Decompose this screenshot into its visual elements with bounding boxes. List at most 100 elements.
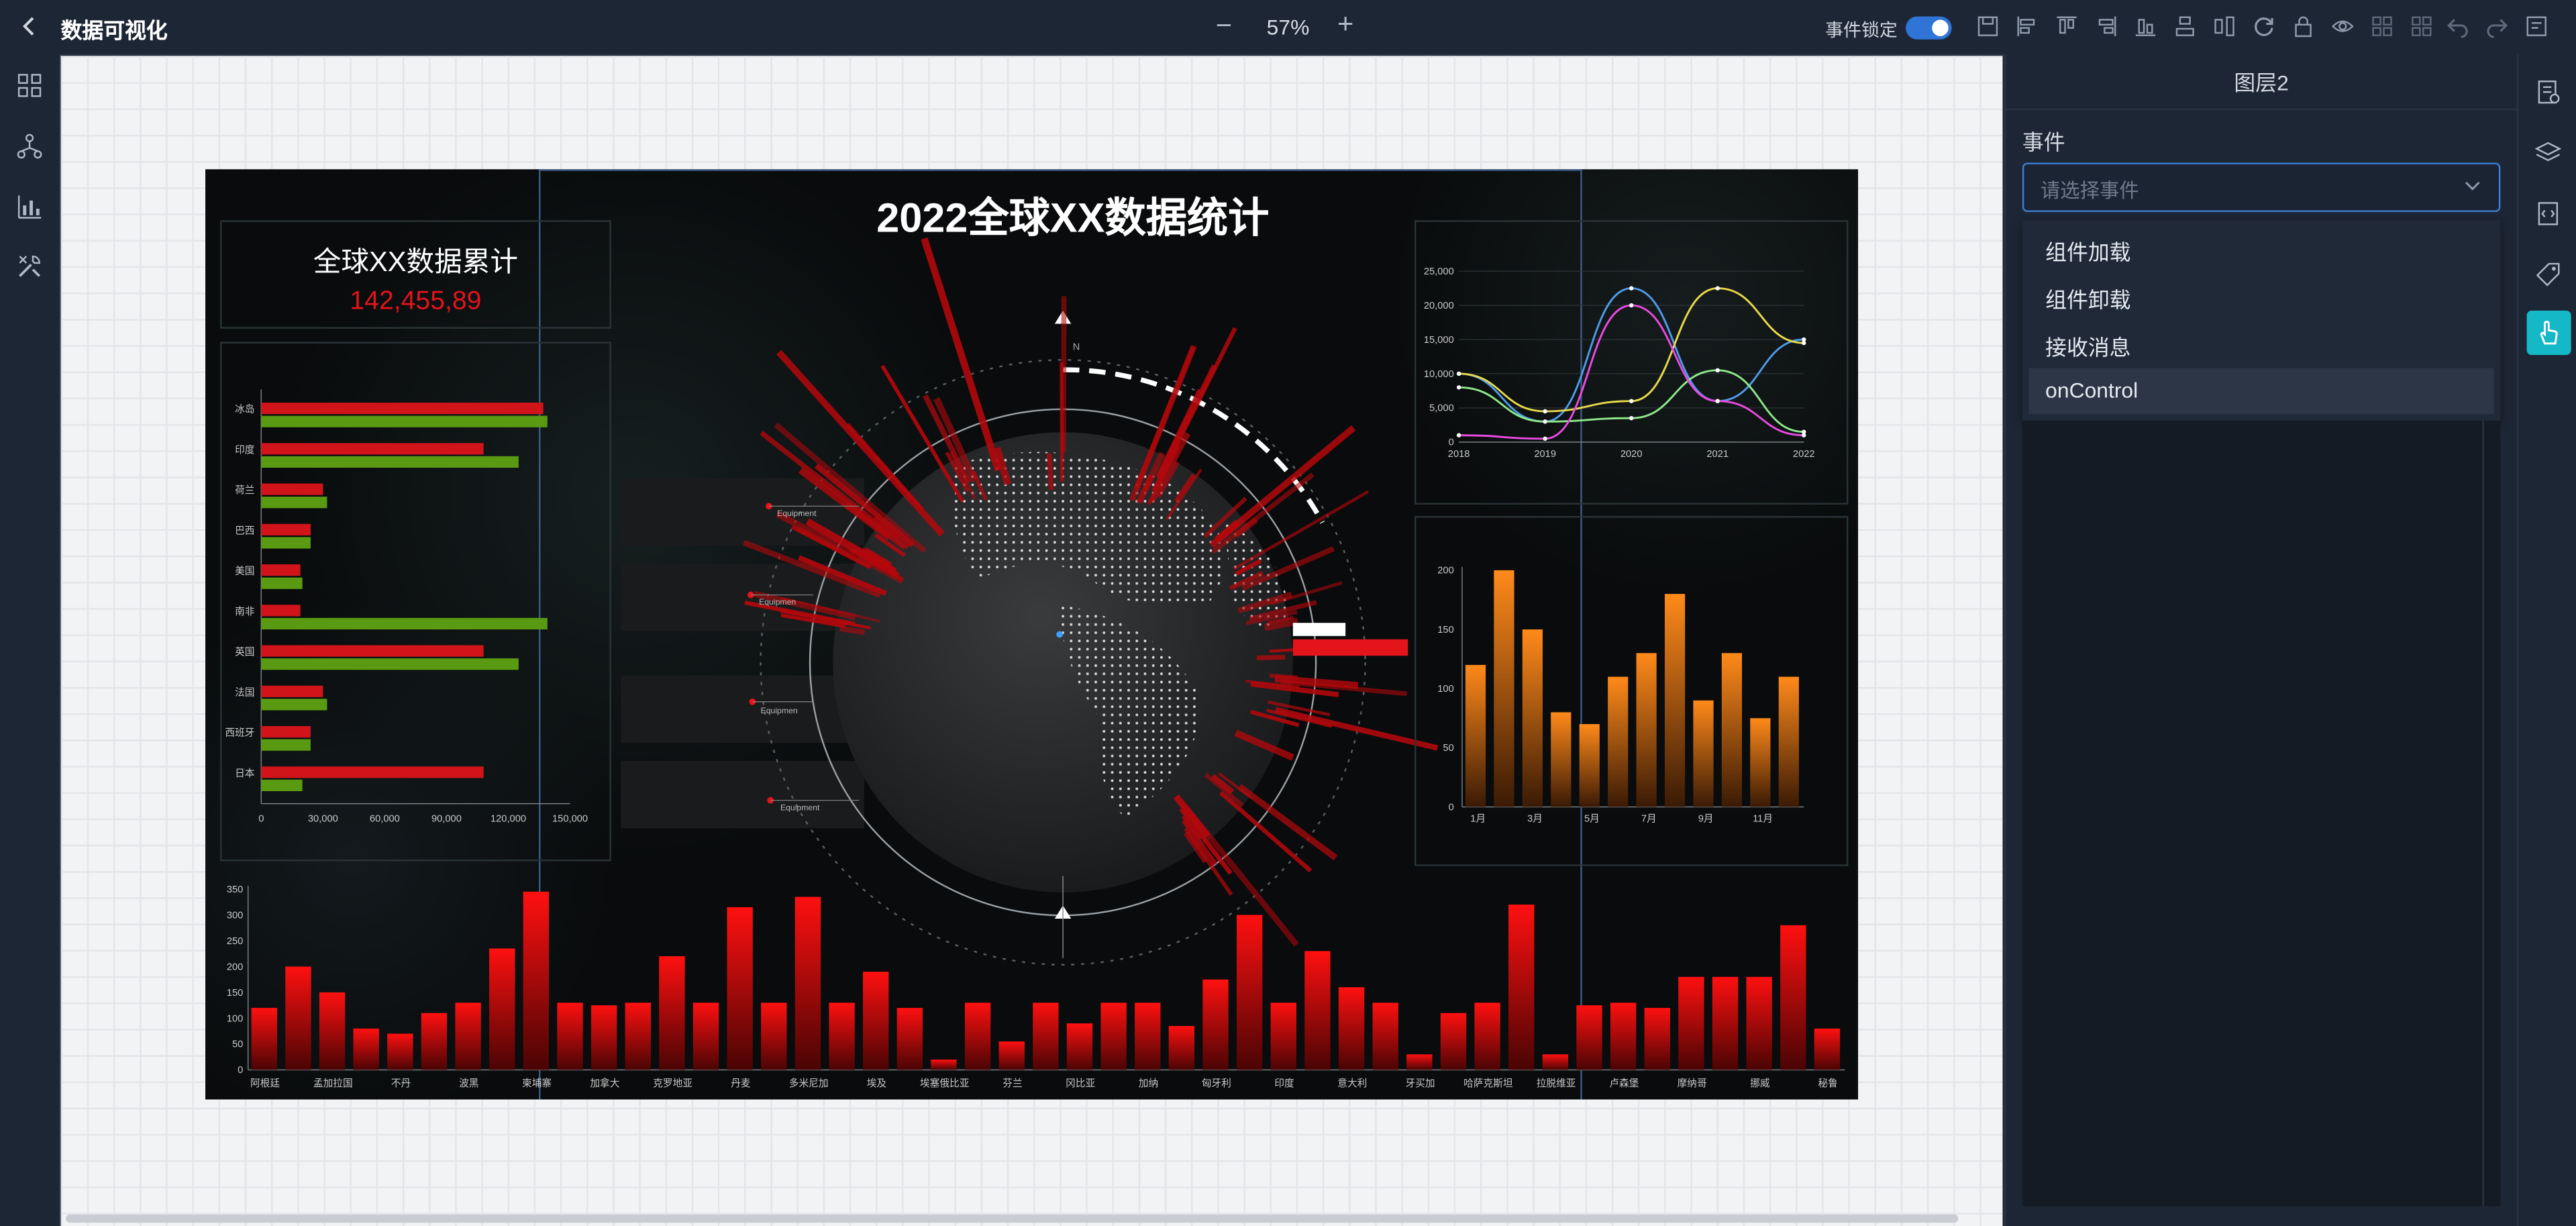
bar [761,1003,787,1070]
bar [727,907,753,1070]
event-list-scrollbar[interactable] [2482,420,2484,1207]
trend-line-panel[interactable]: 0 5,000 10,000 15,000 20,000 25,000 2018 2019 20… [1414,220,1849,505]
y-tick-label: 200 [227,962,244,972]
x-tick-label: 冈比亚 [1066,1078,1095,1089]
event-option-oncontrol[interactable]: onControl [2028,368,2494,415]
series-point [1715,286,1720,291]
undo-icon[interactable] [2446,15,2469,38]
top-toolbar: 数据可视化 − 57% + 事件锁定 [0,0,2576,56]
code-icon[interactable] [2535,201,2561,227]
series-point [1715,368,1720,373]
ungroup-icon[interactable] [2410,15,2433,38]
x-tick-label: 2021 [1706,449,1729,460]
x-tick-label: 牙买加 [1406,1078,1435,1089]
svg-text:Equipmen: Equipmen [759,597,796,607]
preview-icon[interactable] [2525,15,2548,38]
bar [964,1003,991,1070]
bar [590,1005,617,1070]
series-point [1456,385,1461,390]
pointer-hand-icon [2540,321,2558,345]
tools-icon[interactable] [16,253,42,279]
bar [455,1003,481,1070]
bar [896,1007,923,1070]
right-sidebar [2516,54,2576,1226]
y-tick-label: 0 [238,1065,243,1076]
dashboard-screen[interactable]: 2022全球XX数据统计 全球XX数据累计 142,455,89 冰岛 印度 荷兰巴… [205,169,1859,1100]
back-icon[interactable] [16,13,42,40]
redo-icon[interactable] [2485,15,2508,38]
country-column-chart: 0 50 100 150 200 250 300 350 阿根廷 孟加拉国 不丹 波黑 柬埔寨 加拿大 克罗… [227,884,1845,1089]
bar [1636,653,1657,807]
bar [1135,1003,1161,1070]
x-tick-label: 拉脱维亚 [1537,1078,1576,1089]
series-point [1543,409,1547,414]
align-right-icon[interactable] [2095,15,2118,38]
data-source-icon[interactable] [16,133,42,159]
bar [1236,915,1263,1070]
bar [692,1003,719,1070]
series-point [1543,436,1547,441]
align-left-icon[interactable] [2016,15,2039,38]
refresh-icon[interactable] [2253,15,2275,38]
bar [1721,653,1743,807]
series-point [1543,419,1547,424]
horizontal-scrollbar[interactable] [65,1214,1959,1223]
group-icon[interactable] [2371,15,2393,38]
bar [421,1013,448,1070]
bar [1750,718,1771,807]
interaction-tab[interactable] [2526,310,2571,355]
event-option-unload[interactable]: 组件卸载 [2029,273,2494,319]
align-bottom-icon[interactable] [2134,15,2157,38]
north-label: N [1073,342,1080,353]
y-tick-label: 100 [1437,684,1454,695]
layer-properties-panel: 图层2 事件 请选择事件 组件加载 组件卸载 接收消息 onControl [2004,54,2517,1226]
event-label: 事件 [2022,130,2065,155]
svg-text:Equipment: Equipment [780,803,820,812]
series-point [1629,303,1634,308]
zoom-out-button[interactable]: − [1216,10,1232,43]
bar [1440,1013,1467,1070]
series-point [1715,399,1720,403]
spike [1046,453,1054,491]
bar [1780,925,1806,1070]
distribute-vertical-icon[interactable] [2173,15,2196,38]
event-lock-toggle[interactable] [1906,16,1952,40]
legend-red [1292,639,1408,656]
align-top-icon[interactable] [2055,15,2078,38]
monthly-bar-chart: 0 50 100 150 200 1月 3月 5月 7月 9月 11月 [1437,566,1804,825]
spike [1274,707,1439,751]
panel-divider [2006,108,2517,111]
event-option-load[interactable]: 组件加载 [2029,225,2494,272]
x-tick-label: 3月 [1527,814,1543,825]
bar [1814,1028,1841,1070]
series-point [1456,433,1461,438]
bar [1522,629,1543,807]
bar [319,992,346,1070]
bar [1712,976,1739,1070]
monthly-bar-panel[interactable]: 0 50 100 150 200 1月 3月 5月 7月 9月 11月 [1414,516,1849,866]
event-option-message[interactable]: 接收消息 [2029,321,2494,367]
zoom-in-button[interactable]: + [1337,8,1353,41]
tag-icon[interactable] [2535,261,2561,287]
components-icon[interactable] [16,72,42,99]
y-tick-label: 0 [1449,438,1454,448]
event-select[interactable]: 请选择事件 [2022,162,2501,212]
globe-center-dot [1056,631,1064,638]
chevron-down-icon [2465,181,2480,191]
chart-icon[interactable] [16,194,42,220]
x-tick-label: 印度 [1274,1078,1294,1089]
distribute-horizontal-icon[interactable] [2213,15,2236,38]
app-root: 数据可视化 − 57% + 事件锁定 2022全球XX数据统计 全球XX数据累计… [0,0,2576,1226]
save-icon[interactable] [1976,15,1999,38]
layers-icon[interactable] [2534,140,2562,166]
spike [921,237,1002,472]
x-tick-label: 5月 [1584,814,1600,825]
bar [523,891,550,1070]
spike [760,430,910,550]
x-tick-label: 柬埔寨 [522,1077,552,1089]
lock-icon[interactable] [2291,15,2314,38]
y-tick-label: 150 [1437,625,1454,635]
page-settings-icon[interactable] [2535,79,2561,105]
bar [625,1003,651,1070]
eye-icon[interactable] [2331,15,2354,38]
